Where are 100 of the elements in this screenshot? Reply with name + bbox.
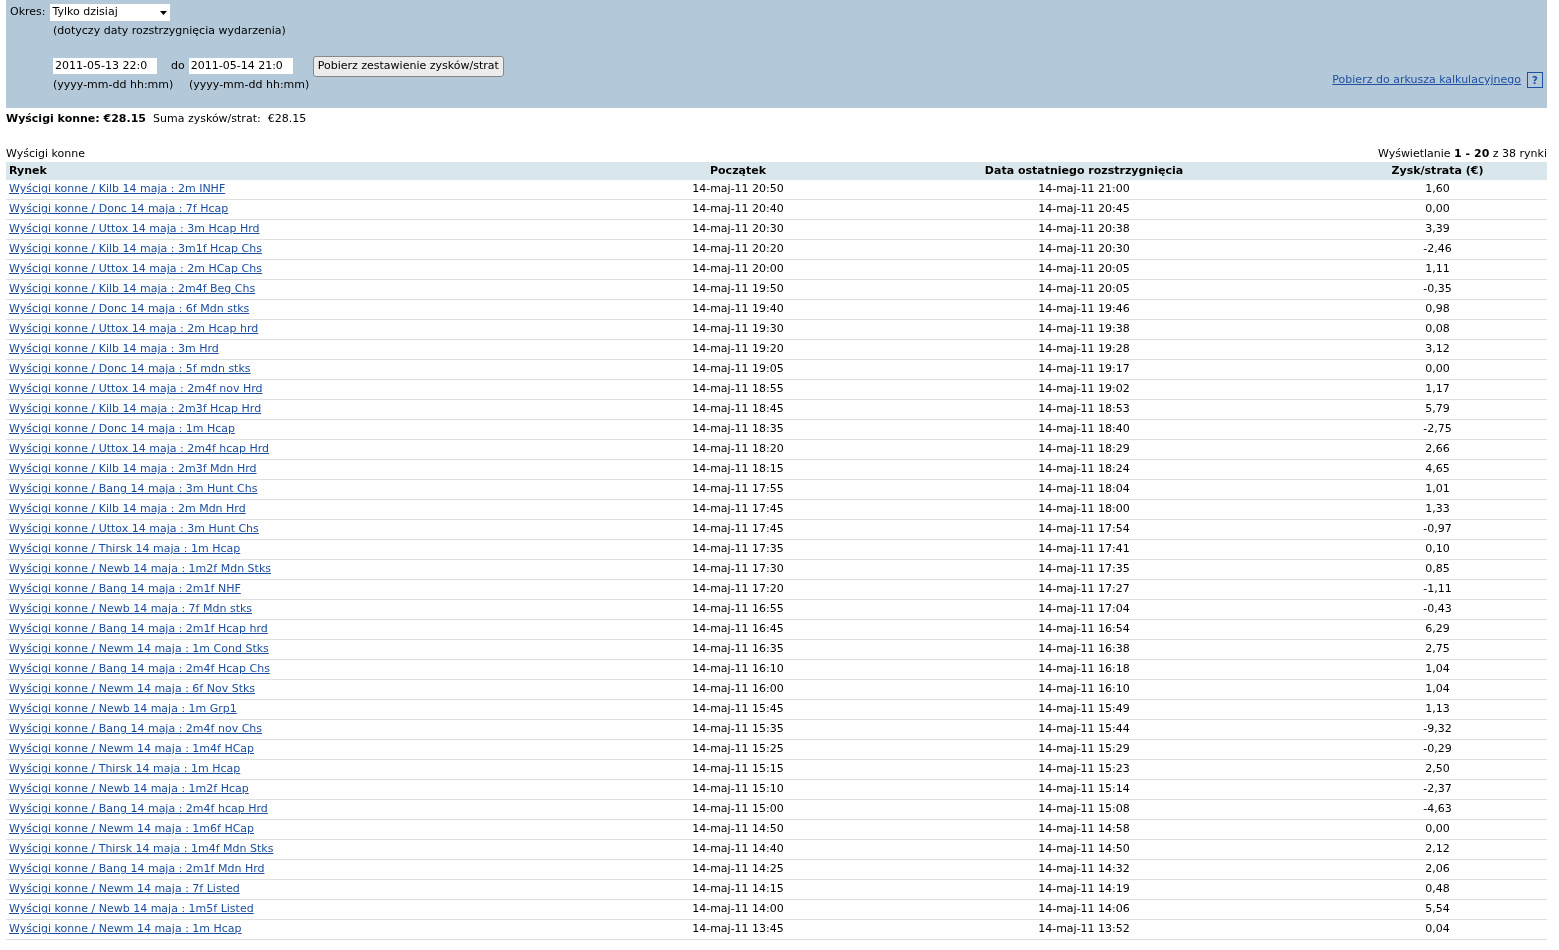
period-note: (dotyczy daty rozstrzygnięcia wydarzenia) [53,23,286,39]
export-link[interactable]: Pobierz do arkusza kalkulacyjnego [1332,72,1521,89]
table-cell-text: 14-maj-11 20:38 [1037,221,1131,238]
table-cell-text: 5,79 [1424,401,1451,418]
table-cell-text: 14-maj-11 17:41 [1037,541,1131,558]
table-cell-text: 14-maj-11 19:17 [1037,361,1131,378]
table-cell-text: 14-maj-11 20:20 [691,241,785,258]
submit-button[interactable]: Pobierz zestawienie zysków/strat [312,55,504,77]
table-cell-text: 4,65 [1424,461,1451,478]
table-cell-text: 14-maj-11 20:45 [1037,201,1131,218]
table-cell-text: 14-maj-11 17:04 [1037,601,1131,618]
table-cell-text: 14-maj-11 16:45 [691,621,785,638]
table-cell-text: 14-maj-11 17:27 [1037,581,1131,598]
table-cell-text: 14-maj-11 19:50 [691,281,785,298]
table-cell-text: 14-maj-11 18:45 [691,401,785,418]
market-link[interactable]: Wyścigi konne / Uttox 14 maja : 2m4f nov Hrd [9,382,263,396]
table-cell-text: 14-maj-11 14:00 [691,901,785,918]
to-date-field[interactable]: 2011-05-14 21:0 [188,58,293,74]
market-link[interactable]: Wyścigi konne / Newm 14 maja : 6f Nov Stks [9,682,256,696]
summary-text: Wyścigi konne: €28.15 Suma zysków/strat: €28.15 [6,112,307,125]
table-cell-text: 14-maj-11 18:55 [691,381,785,398]
table-cell-text: 14-maj-11 14:58 [1037,821,1131,838]
table-cell-text: 14-maj-11 14:15 [691,881,785,898]
table-cell-text: 14-maj-11 18:40 [1037,421,1131,438]
table-cell-text: 14-maj-11 15:35 [691,721,785,738]
market-link[interactable]: Wyścigi konne / Kilb 14 maja : 3m Hrd [9,342,219,356]
market-link[interactable]: Wyścigi konne / Bang 14 maja : 2m1f NHF [9,582,241,596]
table-cell-text: 2,06 [1424,861,1451,878]
table-cell-text: 14-maj-11 17:54 [1037,521,1131,538]
market-link[interactable]: Wyścigi konne / Donc 14 maja : 1m Hcap [9,422,236,436]
table-cell-text: 14-maj-11 20:50 [691,181,785,198]
table-cell-text: 14-maj-11 16:55 [691,601,785,618]
table-cell-text: -4,63 [1422,801,1453,818]
market-link[interactable]: Wyścigi konne / Bang 14 maja : 2m4f Hcap Chs [9,662,270,676]
table-cell-text: 14-maj-11 19:20 [691,341,785,358]
table-cell-text: 14-maj-11 17:20 [691,581,785,598]
table-cell-text: 14-maj-11 15:15 [691,761,785,778]
market-link[interactable]: Wyścigi konne / Uttox 14 maja : 2m4f hcap Hrd [9,442,270,456]
market-link[interactable]: Wyścigi konne / Uttox 14 maja : 3m Hunt Chs [9,522,259,536]
table-cell-text: 6,29 [1424,621,1451,638]
table-cell-text: -0,29 [1422,741,1453,758]
market-link[interactable]: Wyścigi konne / Kilb 14 maja : 2m4f Beg Chs [9,282,256,296]
table-cell-text: 14-maj-11 16:18 [1037,661,1131,678]
table-cell-text: 14-maj-11 20:05 [1037,261,1131,278]
market-link[interactable]: Wyścigi konne / Kilb 14 maja : 3m1f Hcap Chs [9,242,262,256]
from-date-field[interactable]: 2011-05-13 22:0 [53,58,157,74]
market-link[interactable]: Wyścigi konne / Donc 14 maja : 6f Mdn stks [9,302,250,316]
market-link[interactable]: Wyścigi konne / Newm 14 maja : 1m Cond Stks [9,642,269,656]
market-link[interactable]: Wyścigi konne / Bang 14 maja : 2m1f Mdn Hrd [9,862,265,876]
market-link[interactable]: Wyścigi konne / Bang 14 maja : 2m1f Hcap hrd [9,622,268,636]
market-link[interactable]: Wyścigi konne / Bang 14 maja : 3m Hunt Chs [9,482,258,496]
market-link[interactable]: Wyścigi konne / Newm 14 maja : 1m Hcap [9,922,242,936]
market-link[interactable]: Wyścigi konne / Newb 14 maja : 1m2f Mdn Stks [9,562,272,576]
table-cell-text: 14-maj-11 17:30 [691,561,785,578]
market-link[interactable]: Wyścigi konne / Thirsk 14 maja : 1m4f Mdn Stks [9,842,274,856]
table-cell-text: 2,75 [1424,641,1451,658]
table-cell-text: 14-maj-11 15:10 [691,781,785,798]
market-link[interactable]: Wyścigi konne / Bang 14 maja : 2m4f hcap Hrd [9,802,268,816]
table-cell-text: 14-maj-11 16:54 [1037,621,1131,638]
market-link[interactable]: Wyścigi konne / Newb 14 maja : 1m5f Listed [9,902,254,916]
table-cell-text: 1,60 [1424,181,1451,198]
market-link[interactable]: Wyścigi konne / Kilb 14 maja : 2m3f Hcap Hrd [9,402,262,416]
table-cell-text: 14-maj-11 17:35 [691,541,785,558]
market-link[interactable]: Wyścigi konne / Donc 14 maja : 5f mdn stks [9,362,251,376]
table-cell-text: 14-maj-11 14:25 [691,861,785,878]
market-link[interactable]: Wyścigi konne / Uttox 14 maja : 3m Hcap Hrd [9,222,260,236]
market-link[interactable]: Wyścigi konne / Bang 14 maja : 2m4f nov Chs [9,722,263,736]
table-cell-text: 14-maj-11 18:24 [1037,461,1131,478]
table-cell-text: 14-maj-11 19:05 [691,361,785,378]
period-dropdown[interactable]: Tylko dzisiaj [49,4,170,21]
table-cell-text: 14-maj-11 16:35 [691,641,785,658]
market-link[interactable]: Wyścigi konne / Thirsk 14 maja : 1m Hcap [9,542,241,556]
table-cell-text: 1,04 [1424,681,1451,698]
market-link[interactable]: Wyścigi konne / Kilb 14 maja : 2m Mdn Hrd [9,502,246,516]
table-cell-text: -0,35 [1422,281,1453,298]
market-link[interactable]: Wyścigi konne / Kilb 14 maja : 2m INHF [9,182,226,196]
table-cell-text: 14-maj-11 18:29 [1037,441,1131,458]
market-link[interactable]: Wyścigi konne / Newb 14 maja : 1m Grp1 [9,702,237,716]
table-cell-text: 14-maj-11 20:30 [1037,241,1131,258]
market-link[interactable]: Wyścigi konne / Newb 14 maja : 1m2f Hcap [9,782,249,796]
market-link[interactable]: Wyścigi konne / Donc 14 maja : 7f Hcap [9,202,229,216]
table-cell-text: 14-maj-11 20:00 [691,261,785,278]
table-cell-text: 1,13 [1424,701,1451,718]
market-link[interactable]: Wyścigi konne / Newb 14 maja : 7f Mdn stks [9,602,253,616]
help-button[interactable]: ? [1527,72,1543,89]
market-link[interactable]: Wyścigi konne / Uttox 14 maja : 2m HCap Chs [9,262,262,276]
market-link[interactable]: Wyścigi konne / Thirsk 14 maja : 1m Hcap [9,762,241,776]
market-link[interactable]: Wyścigi konne / Newm 14 maja : 7f Listed [9,882,240,896]
table-cell-text: 0,48 [1424,881,1451,898]
table-cell-text: 3,39 [1424,221,1451,238]
table-cell-text: 14-maj-11 15:49 [1037,701,1131,718]
market-link[interactable]: Wyścigi konne / Newm 14 maja : 1m4f HCap [9,742,255,756]
market-link[interactable]: Wyścigi konne / Newm 14 maja : 1m6f HCap [9,822,255,836]
table-cell-text: 1,17 [1424,381,1451,398]
table-cell-text: 14-maj-11 13:52 [1037,921,1131,938]
market-link[interactable]: Wyścigi konne / Uttox 14 maja : 2m Hcap hrd [9,322,259,336]
table-cell-text: 14-maj-11 15:45 [691,701,785,718]
market-link[interactable]: Wyścigi konne / Kilb 14 maja : 2m3f Mdn Hrd [9,462,257,476]
table-cell-text: -0,97 [1422,521,1453,538]
table-cell-text: 1,04 [1424,661,1451,678]
